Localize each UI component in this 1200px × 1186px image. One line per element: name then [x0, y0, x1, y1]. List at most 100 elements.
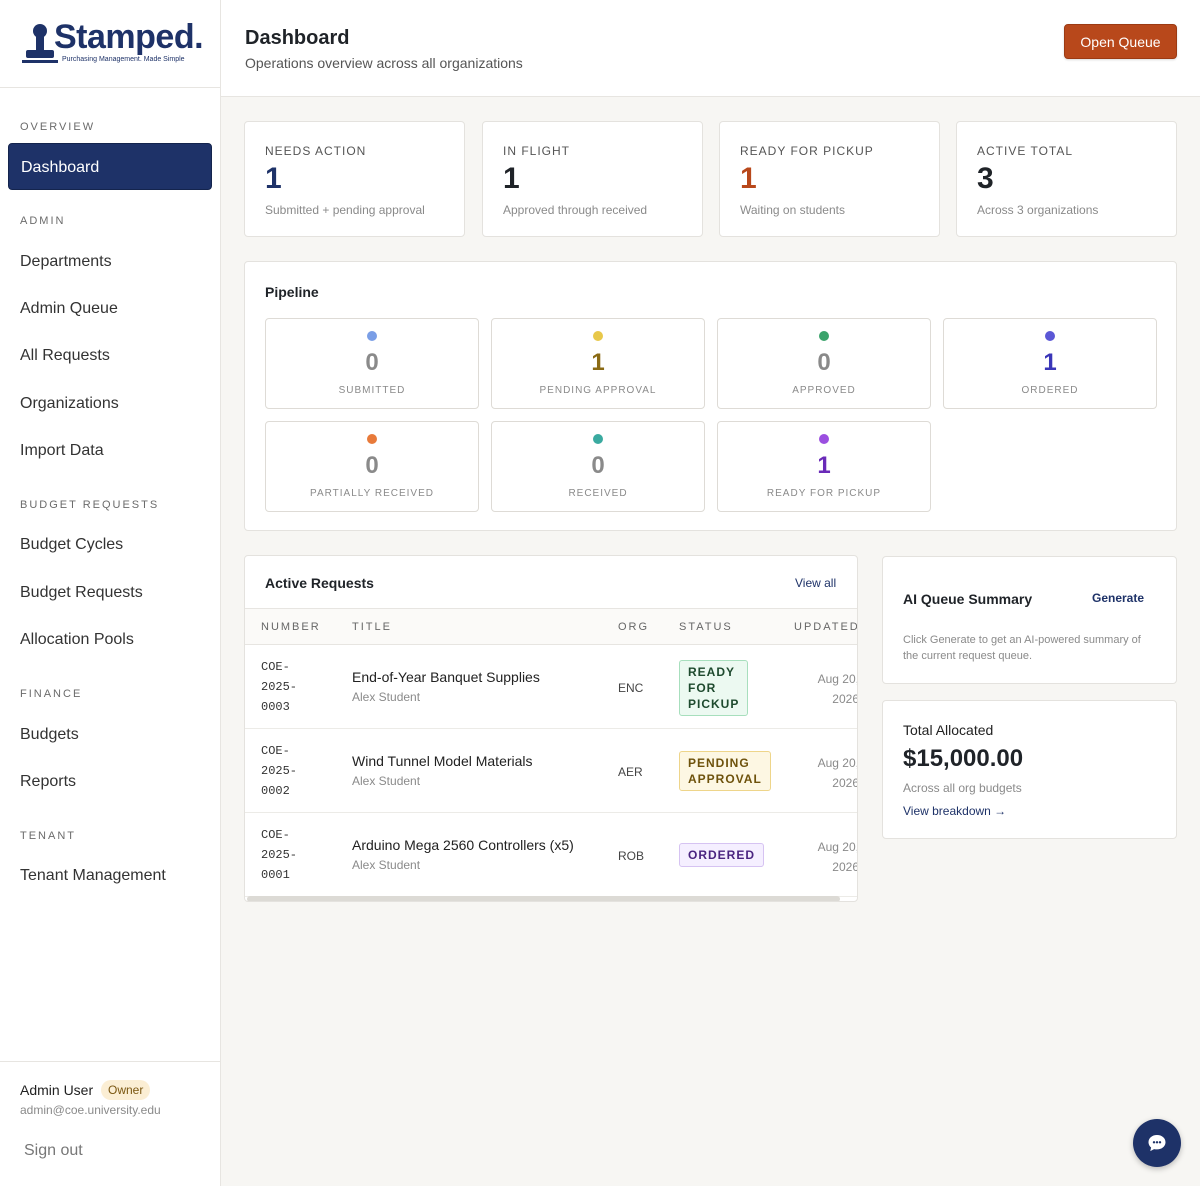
request-number-part: 2025- [261, 680, 298, 694]
nav-section-admin: ADMIN [20, 215, 66, 227]
request-number[interactable]: COE- 2025- 0002 [261, 741, 297, 801]
status-dot-icon [819, 331, 829, 341]
sidebar-item-budget-requests[interactable]: Budget Requests [8, 569, 212, 616]
user-email: admin@coe.university.edu [20, 1103, 161, 1117]
request-title[interactable]: Wind Tunnel Model Materials [352, 753, 533, 769]
updated-date-part: 2026 [832, 692, 858, 706]
sidebar-item-departments[interactable]: Departments [8, 238, 212, 285]
ai-summary-title: AI Queue Summary [903, 591, 1033, 607]
stage-count: 0 [365, 452, 379, 479]
sidebar-item-organizations[interactable]: Organizations [8, 380, 212, 427]
stat-card-active-total: ACTIVE TOTAL 3 Across 3 organizations [956, 121, 1177, 237]
request-number-part: COE- [261, 744, 290, 758]
table-row[interactable]: COE- 2025- 0001 Arduino Mega 2560 Contro… [245, 813, 858, 897]
status-badge-line: READY [688, 665, 736, 679]
sidebar-item-import-data[interactable]: Import Data [8, 427, 212, 474]
sidebar-item-dashboard[interactable]: Dashboard [8, 143, 212, 190]
status-dot-icon [1045, 331, 1055, 341]
sidebar-item-all-requests[interactable]: All Requests [8, 332, 212, 379]
sidebar-item-reports[interactable]: Reports [8, 758, 212, 805]
table-row[interactable]: COE- 2025- 0003 End-of-Year Banquet Supp… [245, 645, 858, 729]
stat-subtext: Waiting on students [740, 203, 845, 217]
role-badge: Owner [101, 1080, 151, 1100]
view-all-link[interactable]: View all [795, 576, 836, 590]
brand-logo[interactable]: Stamped. Purchasing Management. Made Sim… [0, 0, 220, 88]
horizontal-scrollbar[interactable] [247, 896, 840, 901]
sidebar-item-tenant-management[interactable]: Tenant Management [8, 852, 212, 899]
page-title: Dashboard [245, 27, 350, 49]
request-org: ENC [618, 681, 644, 695]
request-org: AER [618, 765, 643, 779]
active-requests-panel: Active Requests View all NUMBER TITLE OR… [244, 555, 858, 902]
total-allocated-panel: Total Allocated $15,000.00 Across all or… [882, 700, 1177, 839]
table-header: NUMBER TITLE ORG STATUS UPDATED [245, 608, 857, 645]
status-dot-icon [593, 331, 603, 341]
request-title[interactable]: End-of-Year Banquet Supplies [352, 669, 540, 685]
status-badge-line: PENDING [688, 756, 750, 770]
status-badge-line: FOR [688, 681, 717, 695]
nav-section-finance: FINANCE [20, 688, 83, 700]
open-queue-button[interactable]: Open Queue [1064, 24, 1177, 59]
sidebar-item-budgets[interactable]: Budgets [8, 711, 212, 758]
request-number[interactable]: COE- 2025- 0003 [261, 657, 297, 717]
stage-count: 0 [817, 349, 831, 376]
sidebar-item-budget-cycles[interactable]: Budget Cycles [8, 521, 212, 568]
stage-label: SUBMITTED [338, 385, 406, 396]
stage-count: 1 [817, 452, 831, 479]
column-header-number[interactable]: NUMBER [261, 621, 321, 633]
sidebar-item-admin-queue[interactable]: Admin Queue [8, 285, 212, 332]
stat-value: 1 [740, 162, 757, 195]
total-allocated-value: $15,000.00 [903, 745, 1024, 772]
stage-count: 0 [591, 452, 605, 479]
pipeline-panel: Pipeline 0 SUBMITTED 1 PENDING APPROVAL … [244, 261, 1177, 531]
column-header-status[interactable]: STATUS [679, 621, 733, 633]
view-breakdown-link[interactable]: View breakdown → [903, 804, 1006, 818]
table-row[interactable]: COE- 2025- 0002 Wind Tunnel Model Materi… [245, 729, 858, 813]
stat-subtext: Submitted + pending approval [265, 203, 425, 217]
pipeline-stage-received[interactable]: 0 RECEIVED [491, 421, 705, 512]
chat-button[interactable] [1133, 1119, 1181, 1167]
updated-date-part: Aug 20, [817, 672, 858, 686]
status-dot-icon [593, 434, 603, 444]
stage-label: PARTIALLY RECEIVED [310, 488, 434, 499]
stat-value: 1 [265, 162, 282, 195]
updated-date-part: Aug 20, [817, 756, 858, 770]
stage-label: ORDERED [1021, 385, 1079, 396]
pipeline-stage-pending-approval[interactable]: 1 PENDING APPROVAL [491, 318, 705, 409]
pipeline-stage-submitted[interactable]: 0 SUBMITTED [265, 318, 479, 409]
request-number[interactable]: COE- 2025- 0001 [261, 825, 297, 885]
request-number-part: 0003 [261, 700, 290, 714]
stat-subtext: Across 3 organizations [977, 203, 1099, 217]
pipeline-stage-approved[interactable]: 0 APPROVED [717, 318, 931, 409]
status-badge: ORDERED [679, 843, 765, 867]
stat-card-ready-for-pickup: READY FOR PICKUP 1 Waiting on students [719, 121, 940, 237]
pipeline-stage-ready-for-pickup[interactable]: 1 READY FOR PICKUP [717, 421, 931, 512]
ai-queue-summary-panel: AI Queue Summary Generate Click Generate… [882, 556, 1177, 684]
brand-name: Stamped. [54, 18, 204, 56]
column-header-org[interactable]: ORG [618, 621, 649, 633]
request-number-part: COE- [261, 660, 290, 674]
column-header-updated[interactable]: UPDATED [794, 621, 857, 633]
sidebar: Stamped. Purchasing Management. Made Sim… [0, 0, 221, 1186]
status-badge-line: APPROVAL [688, 772, 762, 786]
chat-icon [1148, 1135, 1166, 1152]
pipeline-stage-ordered[interactable]: 1 ORDERED [943, 318, 1157, 409]
stage-count: 1 [591, 349, 605, 376]
request-updated: Aug 20, 2026 [801, 669, 858, 709]
updated-date-part: 2026 [832, 860, 858, 874]
status-dot-icon [819, 434, 829, 444]
sidebar-item-allocation-pools[interactable]: Allocation Pools [8, 616, 212, 663]
user-name: Admin User [20, 1082, 94, 1098]
total-allocated-title: Total Allocated [903, 722, 994, 738]
stat-card-needs-action: NEEDS ACTION 1 Submitted + pending appro… [244, 121, 465, 237]
stat-value: 3 [977, 162, 994, 195]
request-title[interactable]: Arduino Mega 2560 Controllers (x5) [352, 837, 574, 853]
stage-count: 1 [1043, 349, 1057, 376]
column-header-title[interactable]: TITLE [352, 621, 392, 633]
pipeline-stage-partially-received[interactable]: 0 PARTIALLY RECEIVED [265, 421, 479, 512]
generate-button[interactable]: Generate [1092, 591, 1144, 605]
page-header: Dashboard Operations overview across all… [221, 0, 1200, 97]
sign-out-link[interactable]: Sign out [24, 1142, 83, 1160]
request-number-part: 0002 [261, 784, 290, 798]
stage-label: RECEIVED [568, 488, 628, 499]
